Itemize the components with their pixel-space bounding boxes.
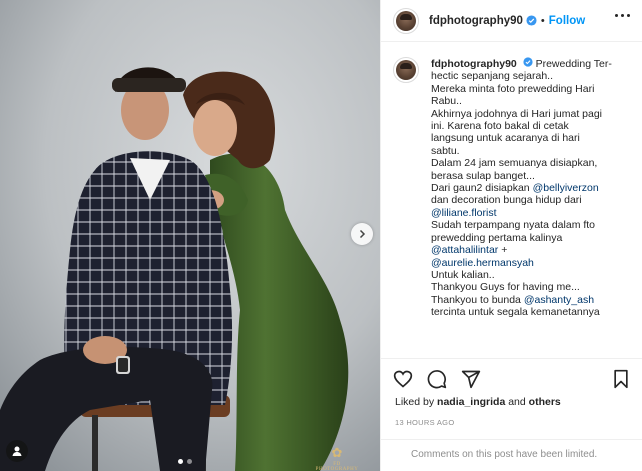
caption-line: ini. Karena foto bakal di cetak [431, 120, 569, 133]
chevron-right-icon [359, 229, 366, 239]
caption-line: Dari gaun2 disiapkan [431, 182, 533, 195]
post-timestamp[interactable]: 13 HOURS AGO [395, 418, 454, 427]
photo-illustration [0, 0, 380, 471]
post-side-panel: fdphotography90 • Follow fdphotography90 [380, 0, 642, 471]
comment-bubble-icon[interactable] [427, 369, 447, 389]
caption-scroll-area[interactable]: fdphotography90 Prewedding Ter- hectic s… [381, 57, 642, 358]
mention-link[interactable]: @liliane.florist [431, 207, 497, 219]
photographer-watermark: ✿ FD PHOTOGRAPHY [312, 444, 362, 471]
caption-line: Rabu.. [431, 95, 462, 108]
mention-link[interactable]: @bellyiverzon [533, 182, 599, 194]
avatar[interactable] [393, 7, 419, 34]
post-header: fdphotography90 • Follow [381, 0, 642, 42]
tagged-users-button[interactable] [6, 440, 28, 462]
watermark-logo-icon: ✿ [331, 445, 343, 460]
verified-badge-icon [523, 57, 533, 67]
caption-line: Akhirnya jodohnya di Hari jumat pagi [431, 107, 603, 120]
comments-limited-notice: Comments on this post have been limited. [381, 439, 642, 471]
caption-line: Mereka minta foto prewedding Hari [431, 82, 595, 95]
caption-line: berasa sulap banget... [431, 169, 535, 182]
caption: fdphotography90 Prewedding Ter- hectic s… [431, 57, 631, 319]
watermark-text: FD PHOTOGRAPHY [315, 462, 359, 471]
caption-line: Thankyou Guys for having me... [431, 281, 580, 294]
bookmark-icon[interactable] [611, 369, 631, 389]
caption-line: tercinta untuk segala kemanetannya [431, 306, 600, 319]
likes-prefix: Liked by [395, 396, 438, 408]
caption-line: dan decoration bunga hidup dari [431, 194, 582, 207]
caption-line: Sudah terpampang nyata dalam fto [431, 219, 596, 232]
caption-line: Untuk kalian.. [431, 268, 495, 281]
mention-link[interactable]: @ashanty_ash [524, 294, 594, 306]
caption-line: Dalam 24 jam semuanya disiapkan, [431, 157, 598, 170]
liked-by-others-link[interactable]: others [529, 396, 561, 408]
likes-summary: Liked by nadia_ingrida and others [395, 396, 561, 408]
next-slide-button[interactable] [351, 223, 373, 245]
heart-icon[interactable] [393, 369, 413, 389]
caption-line: langsung untuk acaranya di hari [431, 132, 580, 145]
carousel-dot [178, 459, 183, 464]
carousel-dot [187, 459, 192, 464]
post-photo[interactable]: ✿ FD PHOTOGRAPHY [0, 0, 380, 471]
mention-link[interactable]: @aurelie.hermansyah [431, 257, 534, 269]
follow-button[interactable]: Follow [549, 15, 585, 27]
caption-line: Prewedding Ter- [535, 58, 612, 70]
caption-username[interactable]: fdphotography90 [431, 58, 517, 70]
header-username[interactable]: fdphotography90 [429, 15, 523, 27]
avatar[interactable] [393, 57, 419, 83]
caption-line: sabtu. [431, 144, 460, 157]
user-tag-icon [12, 446, 22, 456]
verified-badge-icon [526, 15, 537, 26]
mention-link[interactable]: @attahalilintar [431, 244, 498, 256]
header-separator: • [540, 14, 545, 27]
likes-and: and [505, 396, 529, 408]
carousel-indicator [178, 459, 192, 464]
caption-line: + [498, 244, 508, 257]
liked-by-user-link[interactable]: nadia_ingrida [437, 396, 505, 408]
caption-line: Thankyou to bunda [431, 293, 524, 306]
paper-plane-icon[interactable] [461, 369, 481, 389]
caption-line: prewedding pertama kalinya [431, 231, 563, 244]
caption-line: hectic sepanjang sejarah.. [431, 70, 553, 83]
more-options-icon[interactable] [615, 14, 630, 17]
